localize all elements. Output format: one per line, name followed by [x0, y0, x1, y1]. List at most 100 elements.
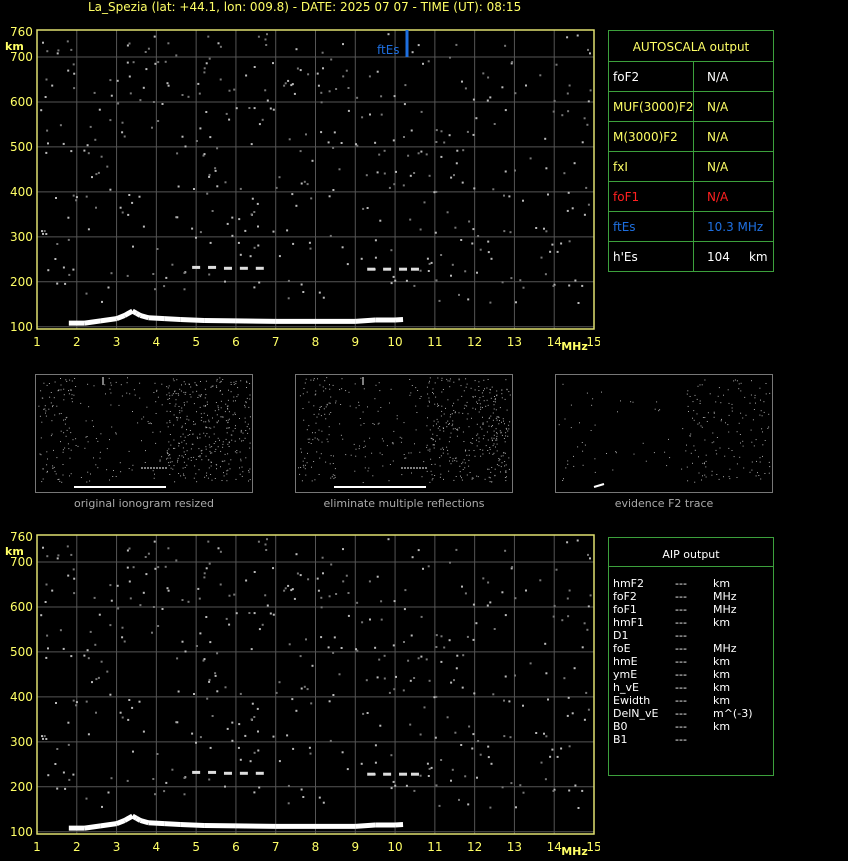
thumb-dot — [161, 456, 163, 458]
noise-dot — [420, 655, 423, 658]
noise-dot — [545, 672, 548, 675]
noise-dot — [138, 700, 141, 703]
thumb-dot — [493, 408, 495, 410]
thumb-dot — [66, 380, 68, 382]
noise-dot — [454, 731, 457, 734]
noise-dot — [44, 96, 47, 98]
thumb-dot — [169, 421, 171, 423]
noise-dot — [86, 144, 89, 147]
thumb-dot — [431, 474, 433, 476]
thumb-dot — [736, 380, 738, 382]
thumb-dot — [702, 462, 704, 464]
thumb-dot — [501, 397, 503, 399]
thumb-dot — [415, 429, 417, 431]
aip-value: --- — [675, 720, 687, 733]
thumb-dot — [305, 378, 307, 380]
thumb-dot — [441, 410, 443, 412]
thumb-dot — [477, 403, 479, 404]
thumb-dot — [181, 455, 183, 457]
noise-dot — [181, 640, 184, 643]
thumb-dot — [62, 474, 64, 476]
thumb-dot — [183, 475, 185, 476]
thumb-dot — [329, 402, 331, 404]
thumb-dot — [47, 470, 48, 472]
thumb-dot — [177, 457, 179, 459]
thumb-dot — [389, 402, 390, 404]
thumb-dot — [310, 379, 312, 381]
thumb-dot — [177, 393, 179, 395]
thumb-dot — [704, 439, 706, 441]
thumb-dot — [497, 416, 499, 418]
noise-dot — [374, 141, 377, 144]
thumb-dot — [482, 416, 483, 418]
thumb-dot — [469, 472, 471, 473]
thumb-dot — [141, 440, 142, 442]
thumb-dot — [199, 396, 201, 398]
thumb-dot — [179, 388, 181, 390]
thumb-dot — [491, 481, 493, 483]
thumb-dot — [729, 478, 731, 480]
noise-dot — [342, 43, 344, 46]
noise-dot — [127, 213, 130, 216]
thumb-dot — [174, 447, 176, 449]
thumb-dot — [334, 468, 336, 470]
noise-dot — [176, 721, 179, 724]
noise-dot — [299, 150, 302, 153]
thumb-dot — [582, 450, 584, 452]
thumb-dot — [53, 397, 55, 399]
noise-dot — [322, 67, 324, 70]
noise-dot — [157, 61, 160, 64]
thumb-dot — [225, 420, 227, 422]
y-tick-label: 600 — [10, 600, 33, 614]
noise-dot — [376, 70, 379, 73]
thumb-dot — [139, 382, 141, 384]
noise-dot — [95, 173, 98, 176]
noise-dot — [161, 103, 164, 105]
noise-dot — [225, 112, 228, 115]
thumbnail-original — [35, 374, 253, 493]
noise-dot — [365, 679, 368, 682]
noise-dot — [581, 284, 584, 287]
noise-dot — [361, 116, 364, 119]
noise-dot — [420, 615, 423, 618]
noise-dot — [67, 238, 70, 241]
autoscala-title: AUTOSCALA output — [632, 40, 750, 54]
x-tick-label: 12 — [467, 335, 482, 349]
noise-dot — [316, 72, 319, 75]
noise-dot — [305, 133, 307, 136]
noise-dot — [142, 591, 145, 594]
thumb-dot — [208, 444, 210, 446]
noise-dot — [492, 188, 495, 191]
thumb-dot — [332, 384, 334, 386]
thumb-dot — [723, 476, 724, 478]
thumb-dot — [248, 406, 250, 408]
trace-segment — [355, 317, 376, 324]
thumb-dot — [386, 445, 388, 447]
thumb-dot — [246, 426, 248, 428]
noise-dot — [388, 186, 391, 189]
thumb-dot — [319, 457, 321, 459]
x-tick-label: 9 — [351, 335, 359, 349]
thumb-dot — [364, 456, 366, 458]
noise-dot — [257, 749, 260, 752]
noise-dot — [333, 636, 336, 639]
noise-dot — [249, 255, 252, 258]
thumb-dot — [476, 439, 477, 441]
noise-dot — [183, 288, 186, 291]
thumb-dot — [493, 404, 495, 406]
thumb-dot — [249, 479, 251, 481]
thumb-dot — [496, 419, 498, 421]
thumb-dot — [179, 442, 180, 444]
thumb-dot — [405, 457, 407, 459]
x-tick-label: 14 — [547, 335, 562, 349]
y-tick-label: 500 — [10, 645, 33, 659]
thumb-dot — [228, 427, 230, 429]
thumb-dot — [93, 457, 94, 459]
thumb-dot — [169, 461, 171, 463]
thumb-dot — [731, 450, 733, 451]
noise-dot — [217, 547, 220, 550]
thumb-dot — [222, 379, 224, 380]
thumb-dot — [620, 400, 621, 402]
noise-dot — [156, 753, 159, 755]
thumb-dot — [360, 424, 362, 426]
